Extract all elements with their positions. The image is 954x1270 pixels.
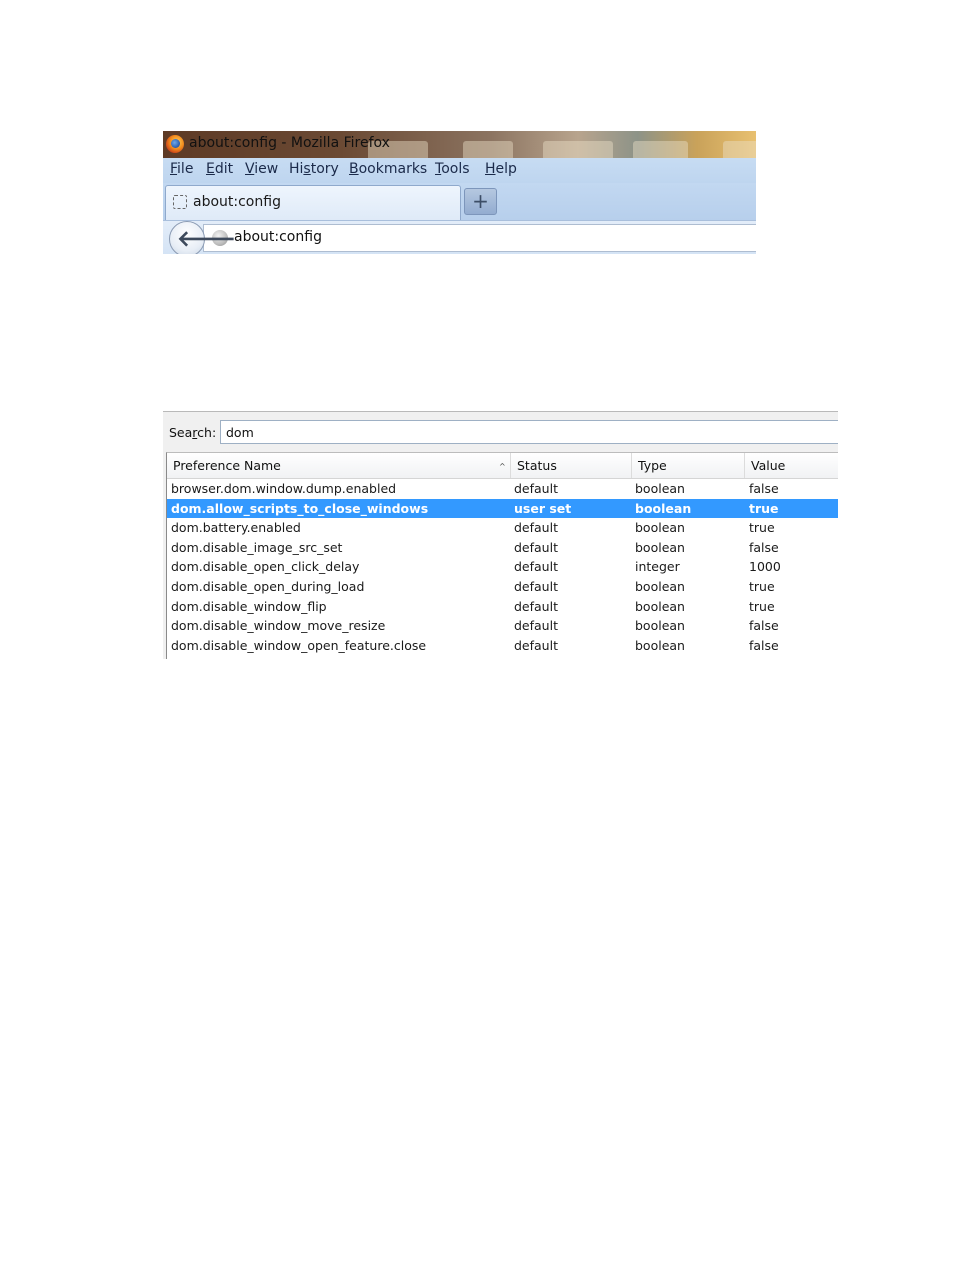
cell-name: dom.disable_window_move_resize [171, 618, 386, 634]
table-row[interactable]: dom.battery.enabled default boolean true [167, 518, 838, 538]
tab-about-config[interactable]: about:config [165, 185, 461, 220]
search-label: Search: [169, 425, 216, 440]
cell-status: default [514, 481, 558, 496]
menu-label: ile [177, 161, 194, 177]
column-header-preference-name[interactable]: Preference Name [167, 453, 510, 478]
cell-name: dom.disable_open_click_delay [171, 559, 360, 575]
menu-hotkey: V [245, 161, 255, 177]
cell-value: 1000 [749, 559, 781, 575]
cell-value: false [749, 637, 779, 653]
menu-label: tory [310, 161, 339, 177]
search-label-text: Sea [169, 425, 193, 440]
menu-label: Hi [289, 161, 304, 177]
cell-type: boolean [635, 500, 692, 516]
cell-value: true [749, 598, 775, 614]
cell-value: false [749, 618, 779, 634]
search-input[interactable] [220, 420, 838, 444]
back-arrow-icon: 🡐 [177, 227, 236, 252]
menu-label: ookmarks [358, 161, 428, 177]
cell-name: browser.dom.window.dump.enabled [171, 481, 397, 496]
menu-label: iew [254, 161, 279, 177]
tab-strip: about:config + [163, 183, 756, 220]
window-title: about:config - Mozilla Firefox [189, 135, 390, 151]
menu-edit[interactable]: Edit [206, 161, 233, 177]
cell-status: user set [514, 500, 572, 516]
cell-status: default [514, 520, 558, 536]
column-header-type[interactable]: Type [631, 453, 744, 478]
preferences-table: Preference Name ^ Status Type Value brow… [166, 452, 838, 659]
menu-hotkey: E [206, 161, 215, 177]
menu-view[interactable]: View [245, 161, 278, 177]
cell-name: dom.disable_window_flip [171, 598, 327, 614]
menu-label: dit [214, 161, 234, 177]
menu-hotkey: H [485, 161, 496, 177]
cell-type: boolean [635, 539, 685, 555]
new-tab-button[interactable]: + [464, 188, 497, 215]
sort-ascending-icon: ^ [499, 462, 506, 471]
menu-file[interactable]: File [170, 161, 193, 177]
cell-type: integer [635, 559, 680, 575]
cell-type: boolean [635, 637, 685, 653]
table-row[interactable]: dom.disable_window_move_resize default boo… [167, 616, 838, 636]
navigation-bar: about:config 🡐 [163, 220, 756, 254]
cell-value: false [749, 539, 779, 555]
cell-type: boolean [635, 520, 685, 536]
cell-status: default [514, 618, 558, 634]
cell-name: dom.battery.enabled [171, 520, 301, 536]
column-header-value[interactable]: Value [744, 453, 838, 478]
menu-help[interactable]: Help [485, 161, 517, 177]
table-row[interactable]: dom.disable_window_flip default boolean tru… [167, 597, 838, 617]
cell-status: default [514, 637, 558, 653]
url-bar[interactable]: about:config [203, 224, 756, 252]
cell-value: false [749, 481, 779, 496]
table-header: Preference Name ^ Status Type Value [167, 453, 838, 479]
menu-label: ools [441, 161, 470, 177]
menu-bar: File Edit View History Bookmarks Tools H… [163, 158, 756, 183]
table-row-selected[interactable]: dom.allow_scripts_to_close_windows user s… [167, 498, 838, 519]
about-config-screenshot: Search: Preference Name ^ Status Type Va… [163, 411, 838, 659]
cell-type: boolean [635, 618, 685, 634]
column-header-status[interactable]: Status [510, 453, 631, 478]
cell-value: true [749, 579, 775, 594]
titlebar-decoration [723, 141, 756, 158]
cell-name: dom.disable_window_open_feature.close [171, 637, 427, 653]
cell-type: boolean [635, 579, 685, 594]
titlebar-decoration [633, 141, 688, 158]
cell-name: dom.allow_scripts_to_close_windows [171, 500, 429, 516]
cell-status: default [514, 598, 558, 614]
menu-tools[interactable]: Tools [435, 161, 470, 177]
cell-name: dom.disable_image_src_set [171, 539, 343, 555]
table-row[interactable]: dom.disable_window_open_feature.close def… [167, 636, 838, 656]
back-button[interactable]: 🡐 [169, 221, 236, 254]
firefox-window-screenshot: about:config - Mozilla Firefox File Edit… [163, 131, 756, 254]
cell-type: boolean [635, 598, 685, 614]
title-bar: about:config - Mozilla Firefox [163, 131, 756, 158]
cell-value: true [749, 500, 779, 516]
menu-bookmarks[interactable]: Bookmarks [349, 161, 427, 177]
menu-history[interactable]: History [289, 161, 339, 177]
menu-hotkey: s [303, 161, 311, 177]
cell-status: default [514, 559, 558, 575]
table-row[interactable]: browser.dom.window.dump.enabled default bo… [167, 479, 838, 499]
table-row[interactable]: dom.disable_open_during_load default boole… [167, 577, 838, 597]
table-row[interactable]: dom.disable_open_click_delay default integ… [167, 557, 838, 577]
titlebar-decoration [463, 141, 513, 158]
url-text: about:config [234, 229, 322, 245]
tab-title: about:config [193, 194, 281, 210]
cell-status: default [514, 539, 558, 555]
cell-name: dom.disable_open_during_load [171, 579, 365, 594]
cell-value: true [749, 520, 775, 536]
new-tab-icon: + [472, 189, 489, 213]
search-label-text: ch: [197, 425, 217, 440]
tab-favicon-icon [173, 195, 187, 209]
cell-type: boolean [635, 481, 685, 496]
menu-hotkey: F [170, 161, 178, 177]
menu-label: elp [495, 161, 517, 177]
titlebar-decoration [543, 141, 613, 158]
cell-status: default [514, 579, 558, 594]
table-row[interactable]: dom.disable_image_src_set default boolean f… [167, 538, 838, 558]
menu-hotkey: B [349, 161, 359, 177]
firefox-logo-icon [166, 135, 184, 153]
